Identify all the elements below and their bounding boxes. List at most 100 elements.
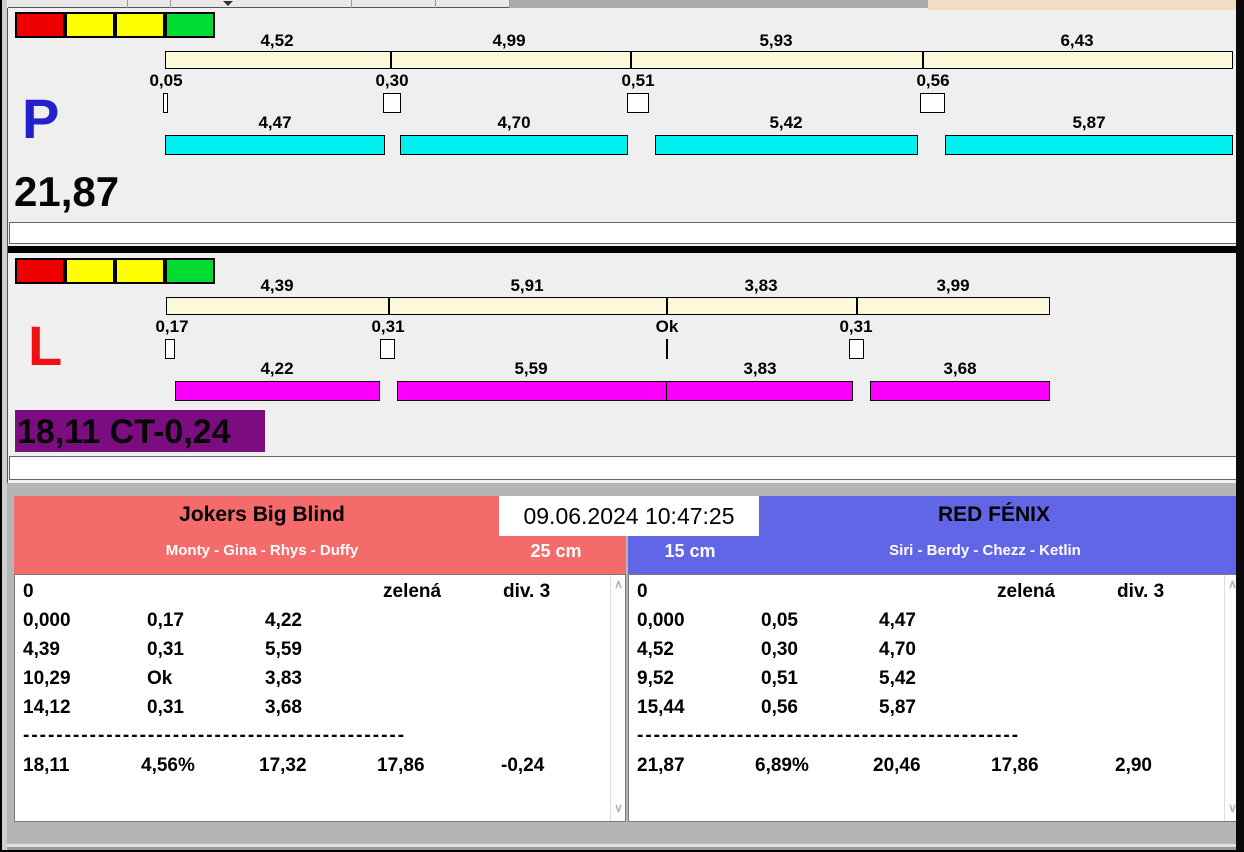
window-border-right bbox=[1236, 0, 1244, 852]
lane-panel-l: 4,39 5,91 3,83 3,99 0,17 0,31 Ok 0,31 4,… bbox=[0, 253, 1244, 483]
light-green bbox=[165, 258, 215, 284]
team-left-members: Monty - Gina - Rhys - Duffy bbox=[165, 542, 359, 559]
team-left-total-ref: 17,86 bbox=[377, 755, 425, 776]
datetime-display: 09.06.2024 10:47:25 bbox=[499, 496, 759, 536]
lane-p-pass-time-2: 0,30 bbox=[375, 71, 409, 90]
team-right-name: RED FÉNIX bbox=[937, 503, 1050, 526]
table-cell: 0,30 bbox=[761, 639, 798, 660]
team-left-total-time: 18,11 bbox=[23, 755, 70, 776]
lane-p-run-bar-3 bbox=[655, 135, 918, 155]
team-right-results-table: 0 zelená div. 3 0,000 0,05 4,47 4,52 0,3… bbox=[628, 574, 1240, 822]
scroll-up-icon[interactable]: ∧ bbox=[612, 577, 625, 591]
lane-l-run-time-3: 3,83 bbox=[743, 359, 777, 378]
top-strip-divider bbox=[127, 0, 128, 8]
table-cell: 4,39 bbox=[23, 639, 60, 660]
team-right-total-diff: 2,90 bbox=[1115, 755, 1152, 776]
table-separator: ----------------------------------------… bbox=[637, 725, 1021, 746]
scroll-down-icon[interactable]: ∨ bbox=[612, 801, 625, 815]
table-cell: 0,51 bbox=[761, 668, 798, 689]
top-strip-divider bbox=[351, 0, 352, 8]
lane-p-letter: P bbox=[22, 87, 60, 150]
light-green bbox=[165, 12, 215, 38]
table-cell: 0,56 bbox=[761, 697, 798, 718]
top-strip-divider bbox=[170, 0, 171, 8]
lane-l-status-row bbox=[9, 456, 1236, 480]
lane-l-total-time: 18,11 CT-0,24 bbox=[17, 413, 231, 451]
lane-l-split-time-3: 3,83 bbox=[744, 276, 778, 295]
lane-p-run-time-1: 4,47 bbox=[258, 113, 292, 132]
lane-l-run-bar-4 bbox=[870, 381, 1050, 401]
split-bar-divider bbox=[666, 298, 668, 314]
lane-p-split-bar bbox=[165, 51, 1233, 69]
lane-p-pass-time-4: 0,56 bbox=[916, 71, 950, 90]
table-cell: 0,17 bbox=[147, 610, 184, 631]
team-left-total-net: 17,32 bbox=[259, 755, 307, 776]
dropdown-arrow-icon[interactable] bbox=[223, 1, 233, 6]
lane-l-total-box: 18,11 CT-0,24 bbox=[15, 410, 265, 452]
start-lights bbox=[15, 258, 219, 284]
lane-p-total-time: 21,87 bbox=[14, 168, 120, 215]
scrollbar[interactable]: ∧ ∨ bbox=[610, 575, 625, 821]
lane-p-pass-marker-2 bbox=[383, 93, 401, 113]
window-top-strip bbox=[0, 0, 1244, 10]
lane-p-pass-marker-4 bbox=[920, 93, 945, 113]
light-yellow-1 bbox=[65, 12, 115, 38]
light-yellow-1 bbox=[65, 258, 115, 284]
table-cell: 0,31 bbox=[147, 639, 184, 660]
top-strip-gray bbox=[510, 0, 928, 8]
team-right-jump-height: 15 cm bbox=[664, 541, 716, 561]
table-separator: ----------------------------------------… bbox=[23, 725, 407, 746]
lane-p-run-time-4: 5,87 bbox=[1072, 113, 1106, 132]
lane-p-split-time-4: 6,43 bbox=[1060, 31, 1094, 50]
team-right-light-status: zelená bbox=[997, 581, 1056, 602]
table-cell: 14,12 bbox=[23, 697, 71, 718]
race-info-section: Jokers Big Blind Monty - Gina - Rhys - D… bbox=[0, 483, 1244, 852]
lane-p-run-time-3: 5,42 bbox=[769, 113, 803, 132]
light-yellow-2 bbox=[115, 12, 165, 38]
table-cell: 3,68 bbox=[265, 697, 302, 718]
table-cell: 0,05 bbox=[761, 610, 798, 631]
team-left-jump-height: 25 cm bbox=[530, 541, 582, 561]
lane-l-pass-marker-1 bbox=[165, 339, 175, 359]
team-right-total-pct: 6,89% bbox=[755, 755, 809, 776]
lane-p-run-bar-1 bbox=[165, 135, 385, 155]
light-red bbox=[15, 12, 65, 38]
start-lights bbox=[15, 12, 219, 38]
top-strip-divider bbox=[435, 0, 436, 8]
table-cell: 5,87 bbox=[879, 697, 916, 718]
team-left-total-diff: -0,24 bbox=[501, 755, 545, 776]
team-right-members: Siri - Berdy - Chezz - Ketlin bbox=[889, 542, 1081, 559]
lane-l-pass-marker-ok bbox=[666, 339, 668, 359]
lane-l-pass-time-1: 0,17 bbox=[155, 317, 189, 336]
light-red bbox=[15, 258, 65, 284]
lane-l-split-time-2: 5,91 bbox=[510, 276, 544, 295]
team-left-light-status: zelená bbox=[383, 581, 442, 602]
table-cell: 0,000 bbox=[637, 610, 685, 631]
lane-l-letter: L bbox=[28, 314, 63, 377]
team-right-total-ref: 17,86 bbox=[991, 755, 1039, 776]
split-bar-divider bbox=[390, 52, 392, 68]
lane-panel-p: 4,52 4,99 5,93 6,43 0,05 0,30 0,51 0,56 … bbox=[0, 9, 1244, 246]
lane-p-split-time-2: 4,99 bbox=[492, 31, 526, 50]
lane-l-run-time-1: 4,22 bbox=[260, 359, 294, 378]
lane-l-run-bar-1 bbox=[175, 381, 380, 401]
lane-p-pass-marker-1 bbox=[163, 93, 168, 113]
window-border-left-inner bbox=[7, 8, 8, 483]
lane-p-pass-time-3: 0,51 bbox=[621, 71, 655, 90]
lane-p-pass-time-1: 0,05 bbox=[149, 71, 183, 90]
lane-l-pass-time-3: Ok bbox=[655, 317, 679, 336]
lane-l-run-bar-2 bbox=[397, 381, 667, 401]
table-cell: 4,47 bbox=[879, 610, 916, 631]
lane-p-run-time-2: 4,70 bbox=[497, 113, 531, 132]
lane-l-pass-time-4: 0,31 bbox=[839, 317, 873, 336]
lane-l-pass-marker-4 bbox=[849, 339, 864, 359]
team-left-total-pct: 4,56% bbox=[141, 755, 195, 776]
team-left-name: Jokers Big Blind bbox=[179, 503, 345, 526]
app-window: 4,52 4,99 5,93 6,43 0,05 0,30 0,51 0,56 … bbox=[0, 0, 1244, 852]
split-bar-divider bbox=[630, 52, 632, 68]
lane-divider bbox=[8, 246, 1237, 253]
table-cell: 5,59 bbox=[265, 639, 302, 660]
lane-l-split-time-4: 3,99 bbox=[936, 276, 970, 295]
lane-l-split-time-1: 4,39 bbox=[260, 276, 294, 295]
lane-p-status-row bbox=[9, 222, 1236, 244]
